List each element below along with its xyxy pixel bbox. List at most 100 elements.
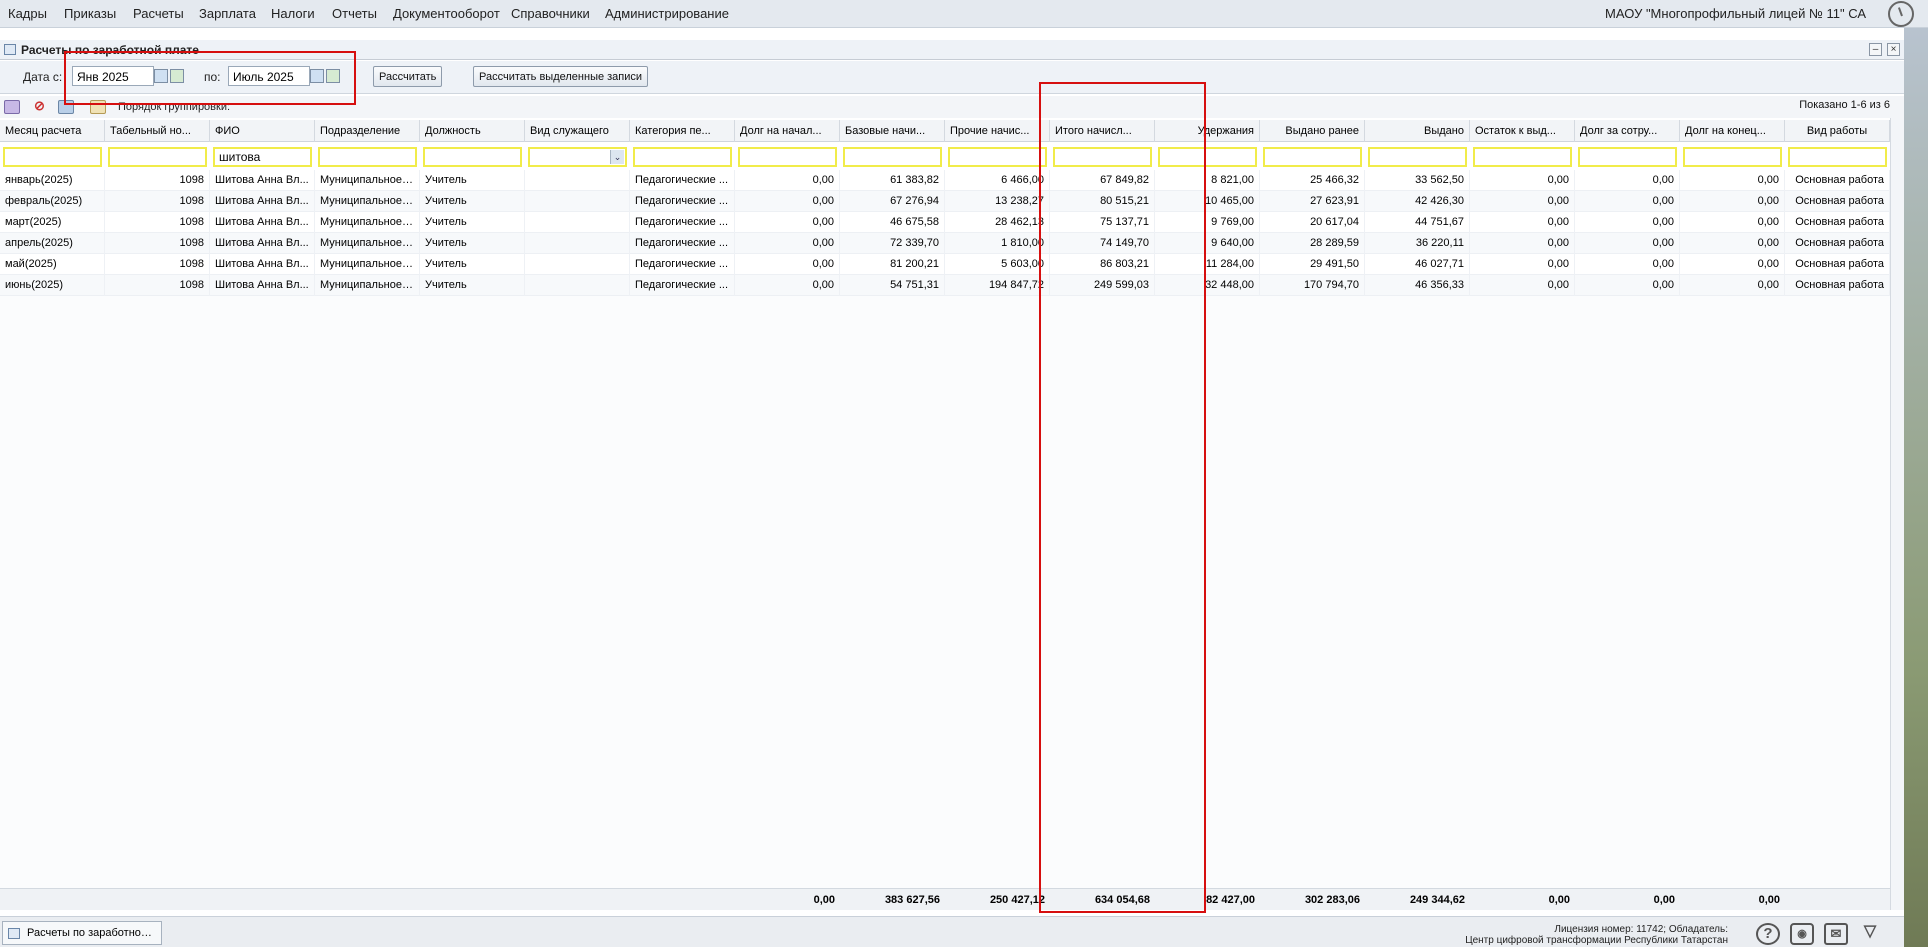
column-filter-input[interactable] [1368, 147, 1467, 167]
fio-filter-input[interactable]: шитова [213, 147, 312, 167]
column-filter-input[interactable] [948, 147, 1047, 167]
table-cell: 0,00 [735, 212, 840, 233]
table-cell: 0,00 [1575, 254, 1680, 275]
table-cell: 1098 [105, 170, 210, 191]
clear-filter-icon[interactable]: ⊘ [34, 99, 50, 114]
calendar-icon[interactable] [154, 69, 168, 83]
column-filter-input[interactable] [1683, 147, 1782, 167]
period-toolbar: Дата с: Янв 2025 по: Июль 2025 Рассчитат… [0, 61, 1904, 94]
table-row[interactable]: июнь(2025) 1098 Шитова Анна Вл... Муниципал… [0, 275, 1890, 296]
grid-toolbar: ⊘ Порядок группировки: Показано 1-6 из 6 [0, 96, 1904, 118]
column-filter-input[interactable] [1158, 147, 1257, 167]
minimize-button[interactable]: – [1869, 43, 1882, 56]
menu-prikazy[interactable]: Приказы [64, 6, 116, 21]
calculate-button[interactable]: Рассчитать [373, 66, 443, 87]
mail-icon[interactable]: ✉ [1824, 923, 1848, 945]
refresh-date-icon[interactable] [170, 69, 184, 83]
table-cell: 0,00 [735, 191, 840, 212]
menu-administrirovanie[interactable]: Администрирование [605, 6, 729, 21]
table-cell: 0,00 [1680, 191, 1785, 212]
table-cell: июнь(2025) [0, 275, 105, 296]
column-filter-input[interactable] [318, 147, 417, 167]
table-cell: 1098 [105, 233, 210, 254]
column-header[interactable]: Табельный но... [105, 120, 210, 142]
table-cell: Муниципальное ... [315, 275, 420, 296]
calculate-selected-button[interactable]: Рассчитать выделенные записи [473, 66, 649, 87]
table-row[interactable]: февраль(2025) 1098 Шитова Анна Вл... Муници… [0, 191, 1890, 212]
refresh-icon[interactable] [90, 100, 106, 114]
table-cell: Шитова Анна Вл... [210, 170, 315, 191]
menu-spravochniki[interactable]: Справочники [511, 6, 590, 21]
table-row[interactable]: май(2025) 1098 Шитова Анна Вл... Муниципаль… [0, 254, 1890, 275]
table-cell [525, 275, 630, 296]
column-header[interactable]: Вид работы [1785, 120, 1890, 142]
menu-otchety[interactable]: Отчеты [332, 6, 377, 21]
column-filter-input[interactable] [3, 147, 102, 167]
export-icon[interactable] [58, 100, 74, 114]
column-header[interactable]: Подразделение [315, 120, 420, 142]
column-filter-input[interactable] [1053, 147, 1152, 167]
table-cell: 10 465,00 [1155, 191, 1260, 212]
column-filter-input[interactable] [738, 147, 837, 167]
column-filter-input[interactable] [1788, 147, 1887, 167]
table-cell: Шитова Анна Вл... [210, 233, 315, 254]
column-filter-input[interactable] [1263, 147, 1362, 167]
menu-documentooborot[interactable]: Документооборот [393, 6, 500, 21]
table-cell: январь(2025) [0, 170, 105, 191]
camera-icon[interactable]: ◉ [1790, 923, 1814, 945]
column-header[interactable]: Месяц расчета [0, 120, 105, 142]
column-filter-input[interactable]: ⌄ [528, 147, 627, 167]
date-to-input[interactable]: Июль 2025 [228, 66, 310, 86]
column-filter-input[interactable] [633, 147, 732, 167]
menu-kadry[interactable]: Кадры [8, 6, 47, 21]
grid-scrollbar[interactable] [1890, 118, 1904, 910]
column-filter-input[interactable] [1473, 147, 1572, 167]
menu-nalogi[interactable]: Налоги [271, 6, 315, 21]
menu-zarplata[interactable]: Зарплата [199, 6, 256, 21]
column-header[interactable]: ФИО [210, 120, 315, 142]
column-header[interactable]: Должность [420, 120, 525, 142]
table-row[interactable]: январь(2025) 1098 Шитова Анна Вл... Муницип… [0, 170, 1890, 191]
column-header[interactable]: Долг на конец... [1680, 120, 1785, 142]
column-header[interactable]: Долг на начал... [735, 120, 840, 142]
column-filter-input[interactable] [843, 147, 942, 167]
column-header[interactable]: Итого начисл... [1050, 120, 1155, 142]
table-cell: Основная работа [1785, 170, 1890, 191]
total-cell: 0,00 [813, 894, 835, 906]
refresh-date-icon[interactable] [326, 69, 340, 83]
menu-raschety[interactable]: Расчеты [133, 6, 184, 21]
column-header[interactable]: Выдано ранее [1260, 120, 1365, 142]
table-row[interactable]: март(2025) 1098 Шитова Анна Вл... Муниципал… [0, 212, 1890, 233]
column-header[interactable]: Категория пе... [630, 120, 735, 142]
help-icon[interactable]: ? [1756, 923, 1780, 945]
table-cell: 0,00 [1575, 170, 1680, 191]
column-filter-input[interactable] [108, 147, 207, 167]
table-cell: 1098 [105, 212, 210, 233]
table-cell: Педагогические ... [630, 170, 735, 191]
settings-menu-icon[interactable] [4, 100, 20, 114]
chevron-down-icon[interactable]: ⌄ [610, 150, 624, 164]
table-cell: Учитель [420, 191, 525, 212]
column-header[interactable]: Базовые начи... [840, 120, 945, 142]
column-header[interactable]: Остаток к выд... [1470, 120, 1575, 142]
main-menu-bar: Кадры Приказы Расчеты Зарплата Налоги От… [0, 0, 1928, 28]
table-cell: Педагогические ... [630, 254, 735, 275]
column-header[interactable]: Долг за сотру... [1575, 120, 1680, 142]
column-filter-input[interactable] [1578, 147, 1677, 167]
table-cell: 13 238,27 [945, 191, 1050, 212]
clock-icon[interactable] [1888, 1, 1914, 27]
date-from-input[interactable]: Янв 2025 [72, 66, 154, 86]
column-header[interactable]: Выдано [1365, 120, 1470, 142]
column-header[interactable]: Удержания [1155, 120, 1260, 142]
table-row[interactable]: апрель(2025) 1098 Шитова Анна Вл... Муницип… [0, 233, 1890, 254]
taskbar-window-button[interactable]: Расчеты по заработной ... [2, 921, 162, 945]
table-cell: 0,00 [1470, 275, 1575, 296]
column-header[interactable]: Вид служащего [525, 120, 630, 142]
table-cell: Учитель [420, 212, 525, 233]
column-header[interactable]: Прочие начис... [945, 120, 1050, 142]
calendar-icon[interactable] [310, 69, 324, 83]
column-filter-input[interactable] [423, 147, 522, 167]
close-button[interactable]: × [1887, 43, 1900, 56]
date-to-label: по: [204, 70, 221, 84]
chevron-down-icon[interactable]: ▽ [1858, 923, 1882, 945]
